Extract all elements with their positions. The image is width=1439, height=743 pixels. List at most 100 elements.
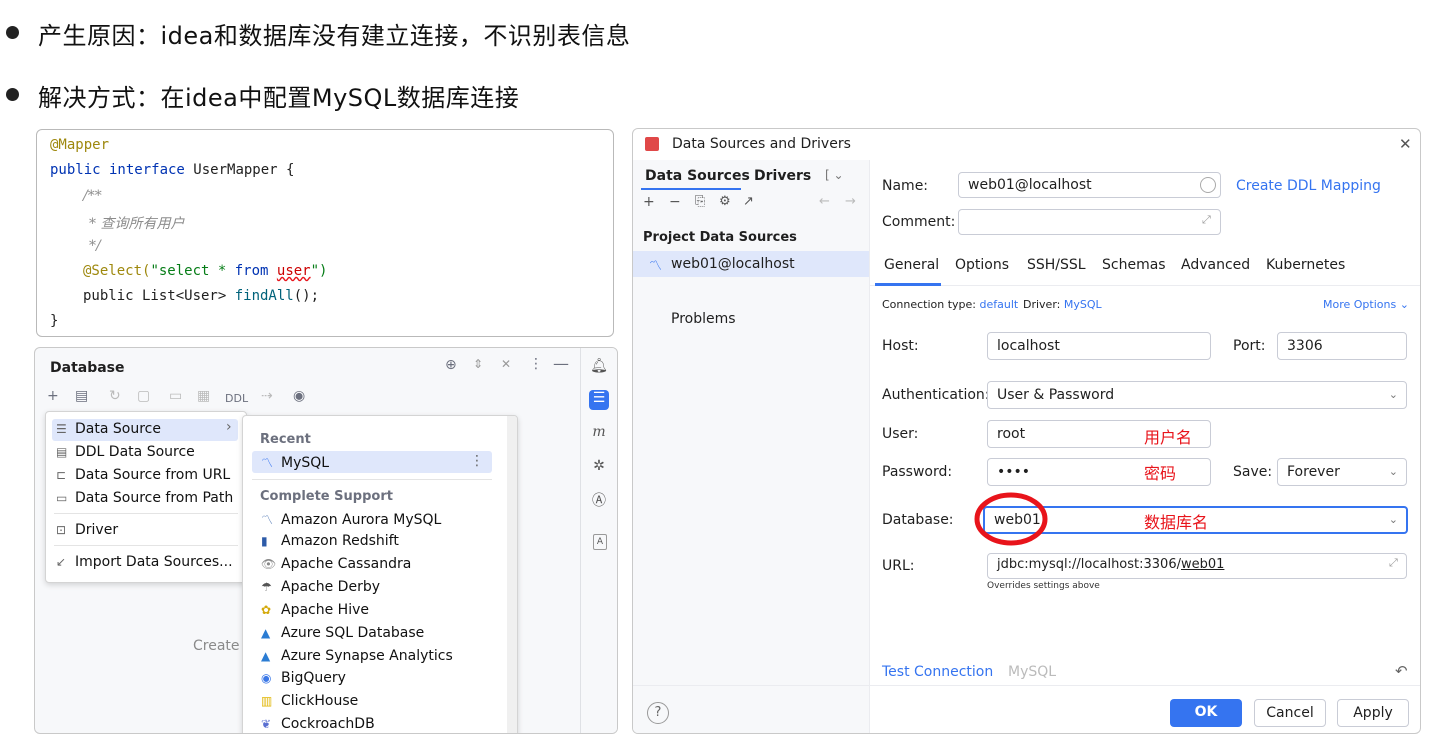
submenu-item[interactable]: 👁︎ Apache Cassandra	[261, 556, 411, 572]
gradle-icon[interactable]: ✲	[589, 458, 609, 478]
ai-assistant-icon[interactable]: Ⓐ	[589, 490, 609, 510]
close-icon[interactable]: ✕	[1399, 135, 1412, 153]
help-icon[interactable]: ?	[647, 702, 669, 724]
tab-ssh-ssl[interactable]: SSH/SSL	[1027, 257, 1086, 273]
forward-icon[interactable]: →	[845, 194, 856, 209]
database-icon[interactable]: ☰	[589, 390, 609, 410]
submenu-item[interactable]: ▥ ClickHouse	[261, 693, 358, 709]
name-input[interactable]: web01@localhost	[958, 172, 1221, 198]
hive-icon: ✿	[261, 603, 272, 617]
mysql-icon: 〽	[649, 259, 663, 274]
menu-item-driver[interactable]: ⊡ Driver	[56, 522, 118, 538]
console-icon[interactable]: ▭	[169, 388, 182, 404]
tab-advanced[interactable]: Advanced	[1181, 257, 1250, 273]
undo-icon[interactable]: ↶	[1395, 662, 1408, 680]
driver-value[interactable]: MySQL	[1064, 298, 1102, 311]
more-icon[interactable]: ⋮	[470, 453, 484, 469]
ddl-button[interactable]: DDL	[225, 392, 248, 405]
jump-icon[interactable]: ⇢	[261, 388, 273, 404]
settings-icon[interactable]: ⚙	[719, 194, 731, 209]
submenu-item[interactable]: ☂ Apache Derby	[261, 579, 380, 595]
color-picker-icon[interactable]	[1200, 177, 1216, 193]
bullet-dot-2	[6, 88, 19, 101]
minimize-icon[interactable]: —	[553, 354, 569, 373]
menu-item-data-source-path[interactable]: ▭ Data Source from Path	[56, 490, 233, 506]
submenu-scrollbar[interactable]	[507, 416, 517, 733]
code-close-brace: }	[50, 313, 59, 329]
maven-icon[interactable]: m	[589, 424, 609, 444]
aurora-icon: 〽	[261, 513, 274, 527]
tab-options[interactable]: Options	[955, 257, 1009, 273]
create-ddl-link[interactable]: Create DDL Mapping	[1236, 178, 1381, 194]
host-input[interactable]: localhost	[987, 332, 1211, 360]
tab-underline	[641, 188, 741, 190]
more-options-icon[interactable]: ⋮	[529, 356, 543, 372]
back-icon[interactable]: ←	[819, 194, 830, 209]
open-icon[interactable]: ↗	[743, 194, 754, 209]
database-annotation: 数据库名	[1144, 513, 1209, 532]
submenu-item[interactable]: 〽 Amazon Aurora MySQL	[261, 511, 441, 528]
submenu-item[interactable]: ✿ Apache Hive	[261, 602, 369, 618]
save-select[interactable]: Forever ⌄	[1277, 458, 1407, 486]
collapse-icon[interactable]: ✕	[501, 357, 511, 371]
submenu-item[interactable]: ▲ Azure SQL Database	[261, 625, 424, 641]
chevron-down-icon[interactable]: [ ⌄	[825, 168, 844, 182]
menu-item-data-source-url[interactable]: ⊏ Data Source from URL	[56, 467, 230, 483]
project-sources-header: Project Data Sources	[643, 230, 797, 245]
code-method-sig: public List<User>	[83, 288, 235, 304]
database-label: Database:	[882, 512, 954, 528]
expand-icon[interactable]: ⤢	[1202, 213, 1211, 227]
code-select-line: @Select("select * from user")	[83, 263, 327, 279]
data-sources-dialog: Data Sources and Drivers ✕ Data Sources …	[632, 128, 1421, 734]
cancel-button[interactable]: Cancel	[1254, 699, 1326, 727]
submenu-item[interactable]: ▲ Azure Synapse Analytics	[261, 648, 453, 664]
submenu-item[interactable]: ❦ CockroachDB	[261, 716, 375, 732]
tab-drivers[interactable]: Drivers	[754, 168, 811, 184]
connection-type-value[interactable]: default	[980, 298, 1019, 311]
duplicate-icon[interactable]: ⎘	[695, 194, 705, 209]
datasource-properties-icon[interactable]: ▤	[75, 388, 88, 404]
tab-schemas[interactable]: Schemas	[1102, 257, 1166, 273]
derby-icon: ☂	[261, 580, 272, 594]
table-icon[interactable]: ▦	[197, 388, 210, 404]
problems-item[interactable]: Problems	[671, 311, 736, 327]
selected-source-name: web01@localhost	[671, 256, 795, 272]
redshift-icon: ▮	[261, 534, 268, 548]
menu-item-import[interactable]: ↙ Import Data Sources...	[56, 554, 233, 570]
url-input[interactable]: jdbc:mysql://localhost:3306/web01	[987, 553, 1407, 579]
database-panel-title: Database	[50, 360, 125, 376]
tab-general[interactable]: General	[884, 257, 939, 273]
document-icon[interactable]: A	[593, 534, 607, 550]
auth-select[interactable]: User & Password ⌄	[987, 381, 1407, 409]
edit-icon[interactable]: ▢	[137, 388, 150, 404]
expand-icon[interactable]: ⤢	[1389, 556, 1398, 570]
remove-icon[interactable]: −	[669, 194, 681, 210]
submenu-item[interactable]: ▮ Amazon Redshift	[261, 533, 399, 549]
tab-kubernetes[interactable]: Kubernetes	[1266, 257, 1345, 273]
azure-icon: ▲	[261, 626, 271, 640]
eye-icon[interactable]: ◉	[293, 388, 305, 404]
password-input[interactable]: ••••	[987, 458, 1211, 486]
apply-button[interactable]: Apply	[1337, 699, 1409, 727]
password-annotation: 密码	[1144, 464, 1177, 483]
test-connection-link[interactable]: Test Connection	[882, 664, 993, 680]
submenu-item[interactable]: ◉ BigQuery	[261, 670, 346, 686]
more-options-link[interactable]: More Options ⌄	[1323, 298, 1409, 311]
host-label: Host:	[882, 338, 919, 354]
expand-icon[interactable]: ⇕	[473, 357, 483, 371]
port-input[interactable]: 3306	[1277, 332, 1407, 360]
menu-item-data-source[interactable]: ☰ Data Source	[56, 421, 161, 437]
url-hint: Overrides settings above	[987, 581, 1100, 591]
comment-input[interactable]	[958, 209, 1221, 235]
bullet-text-2: 解决方式：在idea中配置MySQL数据库连接	[38, 84, 520, 112]
menu-item-ddl-data-source[interactable]: ▤ DDL Data Source	[56, 444, 195, 460]
bullet-text-1: 产生原因：idea和数据库没有建立连接，不识别表信息	[38, 22, 631, 50]
notifications-icon[interactable]: 🔔︎	[589, 358, 609, 378]
add-icon[interactable]: +	[643, 194, 655, 210]
refresh-icon[interactable]: ↻	[109, 388, 121, 404]
tab-data-sources[interactable]: Data Sources	[645, 168, 750, 184]
ok-button[interactable]: OK	[1170, 699, 1242, 727]
add-icon[interactable]: +	[47, 388, 59, 404]
locate-icon[interactable]: ⊕	[445, 357, 457, 373]
submenu-item-mysql[interactable]: 〽 MySQL	[261, 454, 329, 471]
